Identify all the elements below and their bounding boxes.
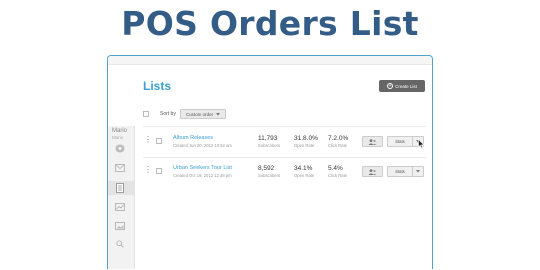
click-rate-metric: 7.2.0% Click Rate (328, 135, 348, 148)
subscribers-label: Subscribers (258, 143, 281, 148)
lists-icon[interactable] (114, 182, 126, 193)
stats-button[interactable]: Stats (387, 166, 424, 177)
sort-select[interactable]: Custom order (179, 109, 226, 119)
open-rate-metric: 31.8.0% Open Rate (294, 135, 318, 148)
page-title: Lists (143, 79, 172, 93)
open-rate-label: Open Rate (294, 173, 315, 178)
select-all-checkbox[interactable] (143, 111, 149, 117)
list-divider (143, 157, 426, 158)
list-row[interactable]: ⋮ Album Releases Created Jun 20, 2012 10… (134, 133, 432, 157)
subscribers-value: 8,592 (258, 165, 275, 172)
sort-bar: Sort by Custom order (143, 108, 226, 120)
list-created-date: Created Oct 19, 2012 12:48 pm (173, 173, 232, 178)
open-rate-value: 34.1% (294, 165, 313, 172)
sidebar: Mario Mario (108, 126, 135, 269)
chevron-down-icon (416, 170, 420, 173)
click-rate-value: 7.2.0% (328, 135, 349, 142)
people-icon (368, 168, 377, 175)
page-headline: POS Orders List (121, 4, 419, 43)
gallery-icon[interactable] (114, 221, 126, 230)
kebab-icon[interactable]: ⋮ (144, 136, 152, 144)
list-name-link[interactable]: Urban Seekers Tour List (173, 165, 232, 171)
add-subscriber-button[interactable] (362, 136, 383, 147)
click-rate-label: Click Rate (328, 173, 348, 178)
open-rate-label: Open Rate (294, 143, 315, 148)
list-row[interactable]: ⋮ Urban Seekers Tour List Created Oct 19… (134, 163, 432, 187)
create-list-button[interactable]: + Create List (379, 80, 425, 92)
plus-circle-icon: + (387, 82, 394, 89)
list-name-link[interactable]: Album Releases (173, 135, 213, 141)
add-subscriber-button[interactable] (362, 166, 383, 177)
click-rate-label: Click Rate (328, 143, 348, 148)
subscribers-value: 11,793 (258, 135, 278, 142)
create-list-label: Create List (395, 83, 417, 89)
stats-button-label: Stats (395, 169, 405, 174)
dashboard-icon[interactable] (114, 144, 126, 153)
mail-icon[interactable] (114, 163, 126, 172)
sort-select-value: Custom order (185, 111, 214, 117)
search-icon[interactable] (114, 239, 126, 248)
kebab-icon[interactable]: ⋮ (144, 166, 152, 174)
list-created-date: Created Jun 20, 2012 10:52 am (173, 143, 232, 148)
people-icon (368, 138, 377, 145)
row-checkbox[interactable] (156, 168, 162, 174)
account-subtitle: Mario (112, 135, 124, 140)
row-checkbox[interactable] (156, 138, 162, 144)
account-name[interactable]: Mario (112, 128, 127, 134)
sort-by-label: Sort by (160, 111, 176, 117)
subscribers-metric: 11,793 Subscribers (258, 135, 280, 148)
stats-button-label: Stats (395, 139, 405, 144)
app-top-bar (108, 56, 432, 65)
subscribers-metric: 8,592 Subscribers (258, 165, 280, 178)
subscribers-label: Subscribers (258, 173, 281, 178)
stats-dropdown[interactable] (412, 167, 423, 176)
mouse-cursor-icon (418, 139, 425, 149)
reports-icon[interactable] (114, 202, 126, 211)
chevron-down-icon (216, 112, 221, 115)
open-rate-metric: 34.1% Open Rate (294, 165, 314, 178)
app-window: Mario Mario Lists + Create List Sort by … (107, 55, 433, 269)
click-rate-metric: 5.4% Click Rate (328, 165, 347, 178)
click-rate-value: 5.4% (328, 165, 343, 172)
open-rate-value: 31.8.0% (294, 135, 318, 142)
list-divider (143, 126, 426, 127)
